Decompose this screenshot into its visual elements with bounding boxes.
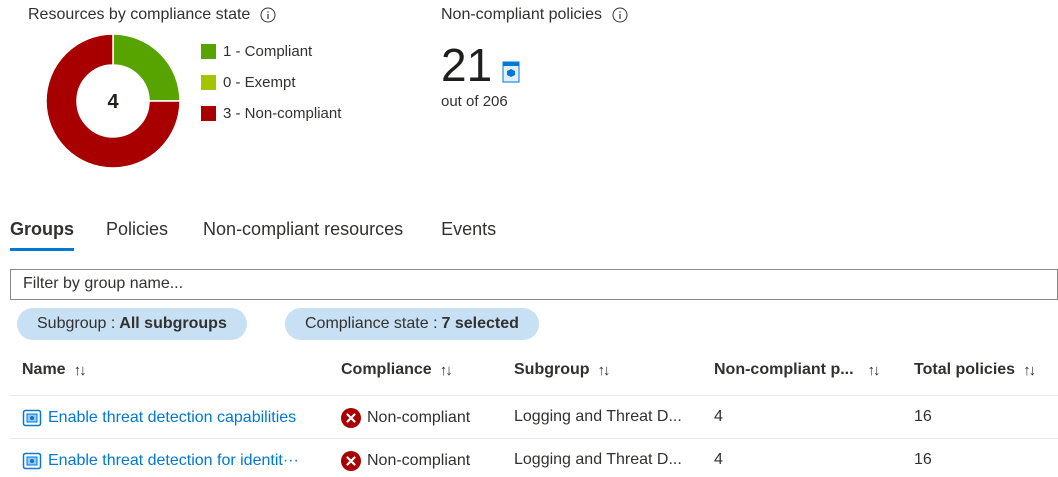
row-divider [10, 438, 1058, 439]
donut-segment-compliant[interactable] [112, 33, 181, 102]
header-label: Non-compliant p... [714, 361, 854, 378]
table-row-total-policies: 16 [914, 451, 932, 468]
table-row-compliance: Non-compliant [341, 408, 470, 428]
header-divider [10, 395, 1058, 396]
compliant-swatch [201, 43, 216, 59]
compliance-legend: 1 - Compliant 0 - Exempt 3 - Non-complia… [201, 41, 341, 123]
compliance-state-filter-pill[interactable]: Compliance state :7 selected [285, 308, 539, 340]
legend-label: 3 - Non-compliant [223, 104, 342, 122]
sort-icon[interactable]: ↑↓ [1023, 362, 1036, 379]
sort-icon[interactable]: ↑↓ [74, 362, 87, 379]
out-of-total: out of 206 [441, 93, 508, 110]
sort-icon[interactable]: ↑↓ [868, 362, 881, 379]
compliance-section-title: Resources by compliance state [28, 6, 276, 24]
policy-group-icon [22, 452, 42, 470]
table-row-total-policies: 16 [914, 408, 932, 425]
tab-policies[interactable]: Policies [106, 219, 168, 251]
column-header-name[interactable]: Name ↑↓ [22, 361, 87, 379]
column-header-total-policies[interactable]: Total policies ↑↓ [914, 361, 1036, 379]
legend-label: 0 - Exempt [223, 73, 296, 91]
tab-events[interactable]: Events [441, 219, 496, 251]
error-icon [341, 451, 361, 471]
table-row-noncompliant-policies: 4 [714, 408, 723, 425]
table-row-name[interactable]: Enable threat detection for identit··· [22, 451, 299, 471]
noncompliant-count-value: 21 [441, 39, 493, 91]
subgroup-filter-pill[interactable]: Subgroup : All subgroups [17, 308, 247, 340]
table-row-subgroup: Logging and Threat D... [514, 451, 682, 468]
donut-total: 4 [107, 91, 119, 113]
info-icon[interactable] [612, 7, 628, 23]
noncompliant-swatch [201, 105, 216, 121]
header-label: Total policies [914, 361, 1016, 378]
table-row-name[interactable]: Enable threat detection capabilities [22, 408, 296, 428]
policy-icon [502, 61, 520, 83]
pill-key: Subgroup : [37, 315, 116, 332]
group-name-link[interactable]: Enable threat detection capabilities [48, 409, 296, 427]
tab-groups[interactable]: Groups [10, 219, 75, 251]
legend-noncompliant[interactable]: 3 - Non-compliant [201, 103, 341, 123]
header-label: Compliance [341, 361, 432, 378]
compliance-status: Non-compliant [367, 409, 471, 426]
table-row-noncompliant-policies: 4 [714, 451, 723, 468]
group-name-link[interactable]: Enable threat detection for identit··· [48, 452, 299, 470]
pill-key: Compliance state : [305, 315, 438, 332]
table-row-compliance: Non-compliant [341, 451, 470, 471]
column-header-subgroup[interactable]: Subgroup ↑↓ [514, 361, 611, 379]
column-header-compliance[interactable]: Compliance ↑↓ [341, 361, 453, 379]
error-icon [341, 408, 361, 428]
column-header-noncompliant-policies[interactable]: Non-compliant p... ↑↓ [714, 361, 881, 379]
pill-value: 7 selected [441, 315, 519, 332]
header-label: Subgroup [514, 361, 590, 378]
policies-section-title: Non-compliant policies [441, 6, 628, 24]
info-icon[interactable] [260, 7, 276, 23]
compliance-status: Non-compliant [367, 452, 471, 469]
legend-compliant[interactable]: 1 - Compliant [201, 41, 341, 61]
policies-title-text: Non-compliant policies [441, 6, 602, 23]
tab-noncompliant-resources[interactable]: Non-compliant resources [203, 219, 403, 251]
sort-icon[interactable]: ↑↓ [598, 362, 611, 379]
compliance-donut-chart: 4 [45, 33, 181, 169]
legend-exempt[interactable]: 0 - Exempt [201, 72, 341, 92]
legend-label: 1 - Compliant [223, 42, 313, 60]
table-row-subgroup: Logging and Threat D... [514, 408, 682, 425]
header-label: Name [22, 361, 66, 378]
sort-icon[interactable]: ↑↓ [440, 362, 453, 379]
policy-group-icon [22, 409, 42, 427]
group-filter-input[interactable]: Filter by group name... [10, 269, 1058, 300]
pill-value: All subgroups [119, 315, 227, 332]
tab-bar: Groups Policies Non-compliant resources … [10, 219, 496, 251]
exempt-swatch [201, 74, 216, 90]
noncompliant-policies-count: 21 [441, 42, 522, 88]
compliance-title-text: Resources by compliance state [28, 6, 251, 23]
